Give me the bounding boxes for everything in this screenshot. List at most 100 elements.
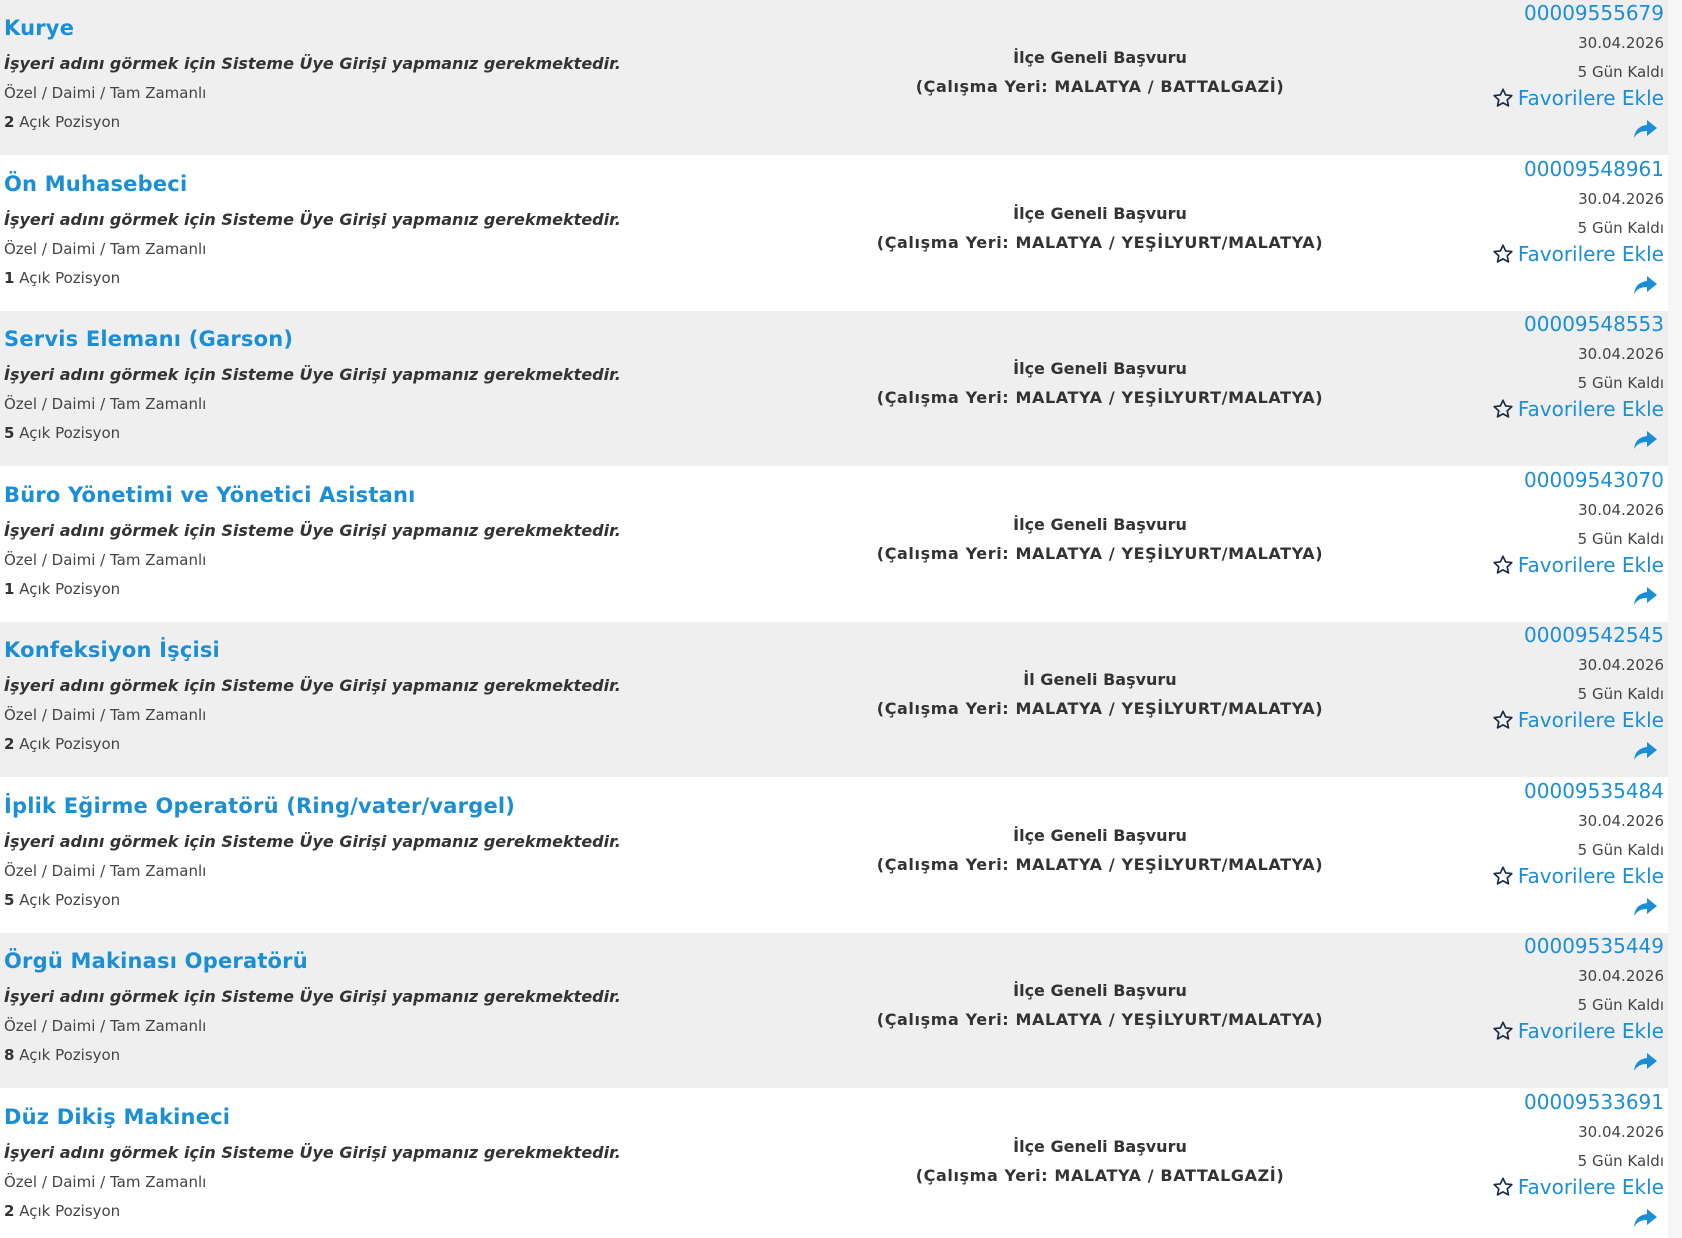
add-to-favorites-label: Favorilere Ekle bbox=[1517, 863, 1664, 888]
star-icon bbox=[1493, 243, 1513, 263]
job-row: Konfeksiyon İşçisi İşyeri adını görmek i… bbox=[0, 622, 1668, 778]
job-type: Özel / Daimi / Tam Zamanlı bbox=[4, 550, 207, 569]
share-icon[interactable] bbox=[1632, 585, 1658, 607]
vertical-scrollbar[interactable] bbox=[1668, 0, 1682, 1238]
star-icon bbox=[1493, 88, 1513, 107]
open-positions-count: 1 bbox=[4, 579, 15, 598]
days-left: 5 Gün Kaldı bbox=[1577, 996, 1664, 1014]
job-title-link[interactable]: İplik Eğirme Operatörü (Ring/vater/varge… bbox=[4, 794, 515, 818]
job-title-link[interactable]: Konfeksiyon İşçisi bbox=[4, 638, 220, 662]
add-to-favorites-button[interactable]: Favorilere Ekle bbox=[1492, 553, 1664, 577]
job-row: Ön Muhasebeci İşyeri adını görmek için S… bbox=[0, 155, 1668, 311]
employer-notice: İşyeri adını görmek için Sisteme Üye Gir… bbox=[4, 209, 621, 229]
add-to-favorites-label: Favorilere Ekle bbox=[1517, 86, 1664, 110]
add-to-favorites-button[interactable]: Favorilere Ekle bbox=[1492, 397, 1664, 421]
listing-number-link[interactable]: 00009555679 bbox=[1524, 1, 1664, 25]
listing-number-link[interactable]: 00009535484 bbox=[1524, 779, 1664, 803]
share-icon[interactable] bbox=[1632, 1051, 1658, 1073]
open-positions: 8 Açık Pozisyon bbox=[4, 1046, 120, 1064]
listing-number-link[interactable]: 00009535449 bbox=[1524, 934, 1664, 958]
star-icon bbox=[1493, 554, 1513, 574]
workplace-location: (Çalışma Yeri: MALATYA / YEŞİLYURT/MALAT… bbox=[876, 854, 1324, 874]
workplace-location: (Çalışma Yeri: MALATYA / BATTALGAZİ) bbox=[915, 1165, 1285, 1185]
listing-date: 30.04.2026 bbox=[1578, 34, 1664, 52]
workplace-location: (Çalışma Yeri: MALATYA / BATTALGAZİ) bbox=[915, 77, 1285, 96]
share-icon[interactable] bbox=[1632, 274, 1658, 296]
add-to-favorites-label: Favorilere Ekle bbox=[1517, 552, 1664, 577]
job-title-link[interactable]: Büro Yönetimi ve Yönetici Asistanı bbox=[4, 483, 416, 507]
listing-date: 30.04.2026 bbox=[1578, 345, 1664, 363]
days-left: 5 Gün Kaldı bbox=[1577, 840, 1664, 859]
star-icon bbox=[1493, 399, 1513, 418]
open-positions-count: 2 bbox=[4, 113, 15, 131]
listing-number-link[interactable]: 00009542545 bbox=[1524, 623, 1664, 647]
job-title-link[interactable]: Düz Dikiş Makineci bbox=[4, 1105, 230, 1129]
apply-scope: İlçe Geneli Başvuru bbox=[1013, 203, 1187, 223]
open-positions-label: Açık Pozisyon bbox=[19, 424, 121, 442]
listing-number-link[interactable]: 00009548961 bbox=[1524, 157, 1664, 181]
job-title-link[interactable]: Ön Muhasebeci bbox=[4, 172, 187, 196]
open-positions-label: Açık Pozisyon bbox=[19, 890, 121, 909]
add-to-favorites-button[interactable]: Favorilere Ekle bbox=[1492, 86, 1664, 110]
listing-date: 30.04.2026 bbox=[1578, 656, 1664, 674]
share-icon[interactable] bbox=[1632, 118, 1658, 140]
open-positions-label: Açık Pozisyon bbox=[19, 579, 121, 598]
share-icon[interactable] bbox=[1632, 740, 1658, 762]
days-left: 5 Gün Kaldı bbox=[1577, 63, 1664, 81]
listing-date: 30.04.2026 bbox=[1578, 1122, 1664, 1141]
open-positions-count: 2 bbox=[4, 735, 15, 753]
workplace-location: (Çalışma Yeri: MALATYA / YEŞİLYURT/MALAT… bbox=[876, 543, 1324, 563]
job-type: Özel / Daimi / Tam Zamanlı bbox=[4, 239, 207, 258]
star-icon bbox=[1493, 710, 1513, 729]
apply-scope: İl Geneli Başvuru bbox=[1023, 670, 1177, 689]
add-to-favorites-label: Favorilere Ekle bbox=[1517, 241, 1664, 266]
open-positions: 2 Açık Pozisyon bbox=[4, 735, 120, 753]
apply-scope: İlçe Geneli Başvuru bbox=[1013, 1136, 1187, 1156]
open-positions-label: Açık Pozisyon bbox=[19, 113, 121, 131]
star-icon bbox=[1493, 865, 1513, 885]
job-title-link[interactable]: Servis Elemanı (Garson) bbox=[4, 327, 293, 351]
employer-notice: İşyeri adını görmek için Sisteme Üye Gir… bbox=[4, 54, 621, 73]
job-list: Kurye İşyeri adını görmek için Sisteme Ü… bbox=[0, 0, 1668, 1238]
employer-notice: İşyeri adını görmek için Sisteme Üye Gir… bbox=[4, 987, 621, 1006]
job-row: Büro Yönetimi ve Yönetici Asistanı İşyer… bbox=[0, 466, 1668, 622]
employer-notice: İşyeri adını görmek için Sisteme Üye Gir… bbox=[4, 831, 621, 851]
job-row: Kurye İşyeri adını görmek için Sisteme Ü… bbox=[0, 0, 1668, 156]
add-to-favorites-label: Favorilere Ekle bbox=[1517, 1174, 1664, 1199]
listing-date: 30.04.2026 bbox=[1578, 811, 1664, 830]
add-to-favorites-button[interactable]: Favorilere Ekle bbox=[1492, 242, 1664, 266]
job-title-link[interactable]: Kurye bbox=[4, 16, 74, 40]
open-positions: 2 Açık Pozisyon bbox=[4, 113, 120, 131]
employer-notice: İşyeri adını görmek için Sisteme Üye Gir… bbox=[4, 520, 621, 540]
open-positions-label: Açık Pozisyon bbox=[19, 735, 121, 753]
open-positions-label: Açık Pozisyon bbox=[19, 1201, 121, 1220]
days-left: 5 Gün Kaldı bbox=[1577, 529, 1664, 548]
share-icon[interactable] bbox=[1632, 1207, 1658, 1229]
workplace-location: (Çalışma Yeri: MALATYA / YEŞİLYURT/MALAT… bbox=[876, 232, 1324, 252]
job-type: Özel / Daimi / Tam Zamanlı bbox=[4, 1172, 207, 1191]
open-positions-label: Açık Pozisyon bbox=[19, 268, 121, 287]
add-to-favorites-label: Favorilere Ekle bbox=[1517, 1019, 1664, 1043]
open-positions: 2 Açık Pozisyon bbox=[4, 1202, 120, 1220]
listing-date: 30.04.2026 bbox=[1578, 500, 1664, 519]
listing-number-link[interactable]: 00009543070 bbox=[1524, 468, 1664, 492]
employer-notice: İşyeri adını görmek için Sisteme Üye Gir… bbox=[4, 1142, 621, 1162]
add-to-favorites-label: Favorilere Ekle bbox=[1517, 708, 1664, 732]
job-row: Servis Elemanı (Garson) İşyeri adını gör… bbox=[0, 311, 1668, 467]
open-positions: 5 Açık Pozisyon bbox=[4, 891, 120, 909]
share-icon[interactable] bbox=[1632, 896, 1658, 918]
employer-notice: İşyeri adını görmek için Sisteme Üye Gir… bbox=[4, 676, 621, 695]
add-to-favorites-button[interactable]: Favorilere Ekle bbox=[1492, 1175, 1664, 1199]
job-title-link[interactable]: Örgü Makinası Operatörü bbox=[4, 949, 308, 973]
job-row: Düz Dikiş Makineci İşyeri adını görmek i… bbox=[0, 1088, 1668, 1238]
share-icon[interactable] bbox=[1632, 429, 1658, 451]
job-type: Özel / Daimi / Tam Zamanlı bbox=[4, 395, 207, 413]
add-to-favorites-button[interactable]: Favorilere Ekle bbox=[1492, 864, 1664, 888]
listing-number-link[interactable]: 00009548553 bbox=[1524, 312, 1664, 336]
open-positions-count: 8 bbox=[4, 1046, 15, 1064]
listing-number-link[interactable]: 00009533691 bbox=[1524, 1090, 1664, 1114]
open-positions-count: 2 bbox=[4, 1201, 15, 1220]
listing-date: 30.04.2026 bbox=[1578, 967, 1664, 985]
add-to-favorites-button[interactable]: Favorilere Ekle bbox=[1492, 1019, 1664, 1043]
add-to-favorites-button[interactable]: Favorilere Ekle bbox=[1492, 708, 1664, 732]
